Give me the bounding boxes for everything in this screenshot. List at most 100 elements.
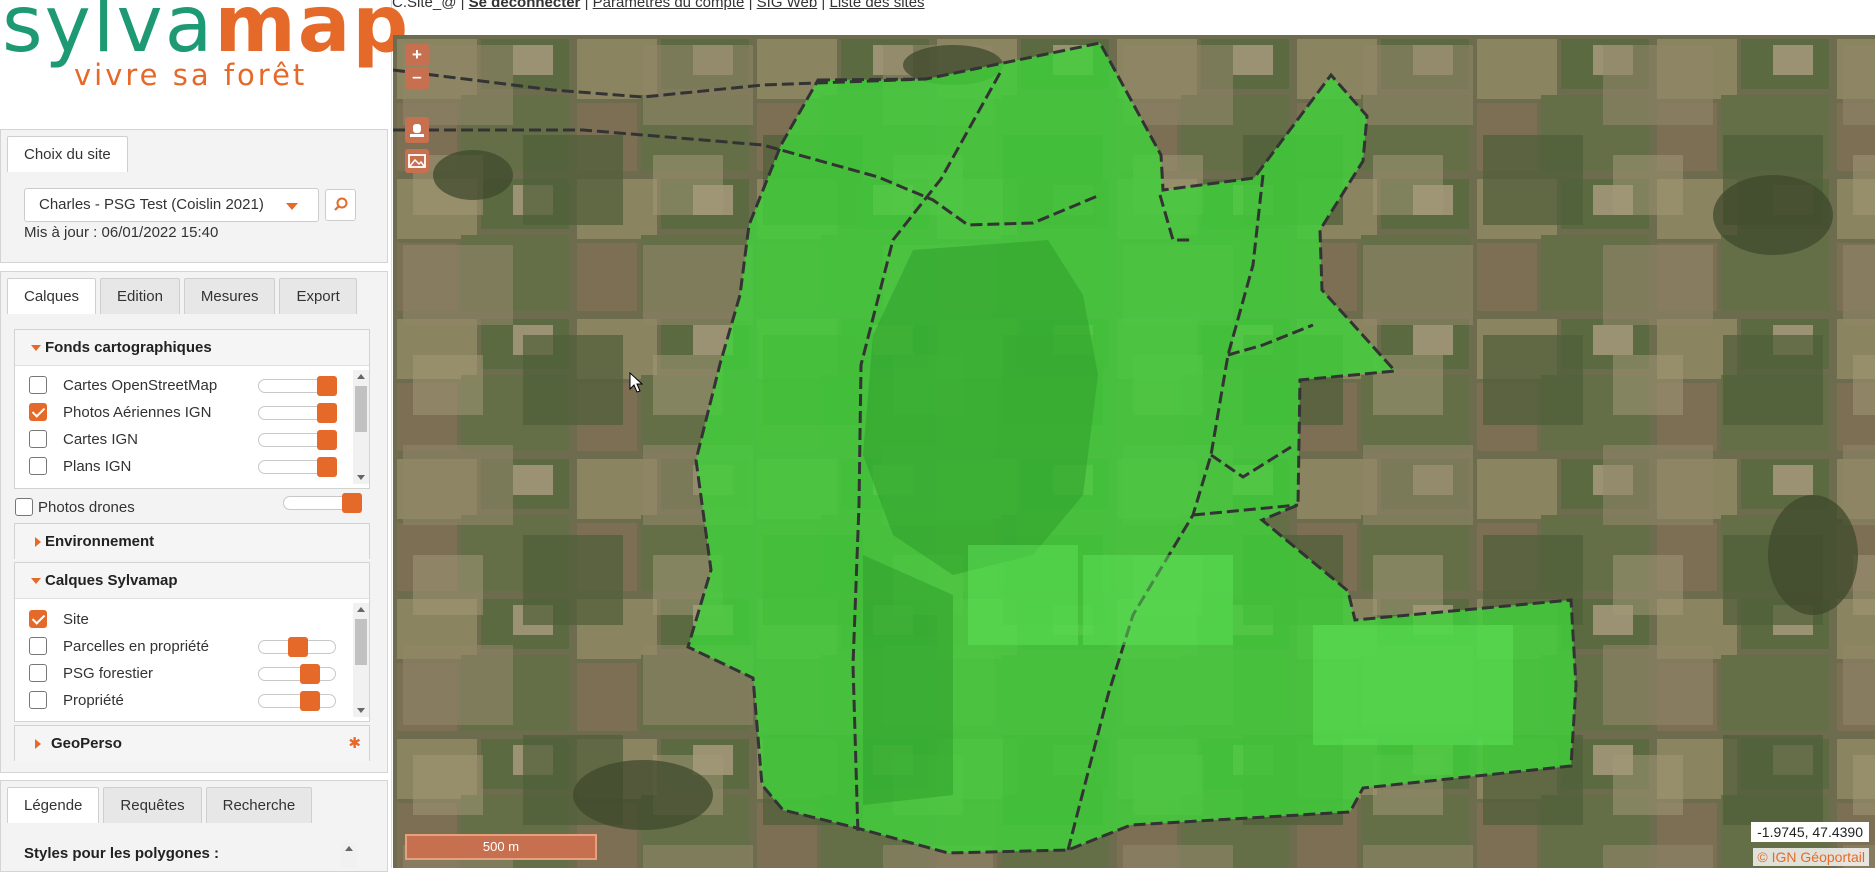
layer-label-photos-ign: Photos Aériennes IGN (63, 404, 212, 421)
section-fonds-cartographiques: Fonds cartographiques Cartes OpenStreetM… (14, 329, 370, 489)
scroll-up-icon[interactable] (357, 607, 365, 612)
scroll-down-icon[interactable] (357, 708, 365, 713)
layer-label-plans-ign: Plans IGN (63, 458, 132, 475)
sig-web-link[interactable]: SIG Web (757, 0, 818, 11)
checkbox-cartes-ign[interactable] (29, 430, 47, 448)
scale-bar: 500 m (405, 834, 597, 860)
slider-thumb[interactable] (299, 691, 320, 711)
checkbox-parcelles[interactable] (29, 637, 47, 655)
section-header-environnement[interactable]: Environnement (15, 524, 369, 560)
tab-mesures[interactable]: Mesures (183, 278, 276, 314)
separator: | (460, 0, 465, 11)
calques-scrollbar[interactable] (353, 603, 369, 717)
site-select-value: Charles - PSG Test (Coislin 2021) (39, 196, 264, 213)
account-settings-link[interactable]: Paramètres du compte (593, 0, 745, 11)
slider-thumb[interactable] (299, 664, 320, 684)
logo-wordmark: sylvamap (2, 0, 410, 64)
slider-thumb[interactable] (317, 457, 337, 477)
layer-label-psg-forestier: PSG forestier (63, 665, 154, 682)
zoom-out-button[interactable]: – (405, 67, 429, 89)
checkbox-site[interactable] (29, 610, 47, 628)
slider-thumb[interactable] (317, 403, 337, 423)
slider-thumb[interactable] (317, 430, 337, 450)
checkbox-plans-ign[interactable] (29, 457, 47, 475)
triangle-right-icon (35, 739, 41, 749)
fonds-scrollbar[interactable] (353, 370, 369, 484)
opacity-slider-plans-ign[interactable] (258, 457, 337, 477)
section-header-calques-sylvamap[interactable]: Calques Sylvamap (15, 563, 369, 599)
separator: | (821, 0, 826, 11)
separator: | (748, 0, 753, 11)
site-select[interactable]: Charles - PSG Test (Coislin 2021) (24, 188, 319, 222)
opacity-slider-propriete[interactable] (258, 691, 336, 711)
opacity-slider-osm[interactable] (258, 376, 337, 396)
section-title: Environnement (45, 533, 155, 550)
top-nav: C.Site_@ | Se déconnecter | Paramètres d… (392, 0, 925, 11)
slider-thumb[interactable] (342, 493, 362, 513)
scroll-up-icon[interactable] (345, 846, 353, 851)
tab-recherche[interactable]: Recherche (205, 787, 313, 823)
section-calques-sylvamap: Calques Sylvamap Site Parcelles en propr… (14, 562, 370, 722)
tab-requetes[interactable]: Requêtes (103, 787, 202, 823)
separator: | (584, 0, 589, 11)
opacity-slider-cartes-ign[interactable] (258, 430, 337, 450)
scroll-up-icon[interactable] (357, 374, 365, 379)
scroll-thumb[interactable] (355, 619, 367, 665)
layer-label-parcelles: Parcelles en propriété (63, 638, 209, 655)
aerial-imagery (393, 35, 1875, 868)
chevron-down-icon (286, 203, 298, 210)
slider-thumb[interactable] (317, 376, 337, 396)
layer-label-cartes-ign: Cartes IGN (63, 431, 139, 448)
magnifier-icon (334, 197, 348, 211)
tab-choix-du-site[interactable]: Choix du site (7, 136, 128, 172)
logout-link[interactable]: Se déconnecter (469, 0, 581, 11)
opacity-slider-photos-ign[interactable] (258, 403, 337, 423)
legend-scrollbar[interactable] (341, 842, 357, 868)
map-view[interactable]: + – 500 m -1.9745, 47.4390 © IGN Géoport… (393, 35, 1875, 868)
section-header-fonds[interactable]: Fonds cartographiques (15, 330, 369, 366)
tab-edition[interactable]: Edition (100, 278, 180, 314)
left-panel: sylvamap vivre sa forêt Choix du site Ch… (0, 0, 408, 872)
checkbox-propriete[interactable] (29, 691, 47, 709)
checkbox-psg-forestier[interactable] (29, 664, 47, 682)
section-title: Calques Sylvamap (45, 572, 178, 589)
layer-label-photos-drones: Photos drones (38, 499, 135, 516)
tab-calques[interactable]: Calques (7, 278, 97, 314)
tab-export[interactable]: Export (279, 278, 357, 314)
zoom-to-site-button[interactable] (325, 189, 356, 221)
triangle-down-icon (31, 345, 41, 351)
slider-thumb[interactable] (288, 637, 308, 657)
opacity-slider-parcelles[interactable] (258, 637, 336, 657)
section-header-geoperso[interactable]: GeoPerso ✱ (15, 726, 369, 762)
mouse-coordinates: -1.9745, 47.4390 (1751, 822, 1869, 842)
tab-legende[interactable]: Légende (7, 787, 100, 823)
layer-label-propriete: Propriété (63, 692, 124, 709)
opacity-slider-drones[interactable] (283, 493, 362, 513)
opacity-slider-psg-forestier[interactable] (258, 664, 336, 684)
sylvamap-logo[interactable]: sylvamap vivre sa forêt (2, 0, 408, 100)
user-name: C.Site_@ (392, 0, 457, 11)
legend-title: Styles pour les polygones : (24, 845, 220, 862)
logo-tagline: vivre sa forêt (74, 58, 308, 92)
checkbox-photos-ign[interactable] (29, 403, 47, 421)
checkbox-osm[interactable] (29, 376, 47, 394)
last-updated: Mis à jour : 06/01/2022 15:40 (24, 224, 219, 241)
checkbox-photos-drones[interactable] (15, 498, 33, 516)
section-title: GeoPerso (51, 735, 122, 752)
mouse-cursor-icon (629, 372, 644, 393)
site-list-link[interactable]: Liste des sites (829, 0, 924, 11)
gear-icon[interactable]: ✱ (348, 726, 361, 762)
map-attribution[interactable]: © IGN Géoportail (1753, 848, 1869, 866)
marker-icon (410, 124, 424, 137)
layer-label-site: Site (63, 611, 89, 628)
layer-label-osm: Cartes OpenStreetMap (63, 377, 218, 394)
scroll-thumb[interactable] (355, 386, 367, 432)
image-icon (408, 154, 426, 168)
section-title: Fonds cartographiques (45, 339, 212, 356)
locate-site-button[interactable] (405, 117, 429, 143)
scroll-down-icon[interactable] (357, 475, 365, 480)
zoom-in-button[interactable]: + (405, 44, 429, 66)
background-switch-button[interactable] (405, 149, 429, 173)
triangle-down-icon (31, 578, 41, 584)
triangle-right-icon (35, 537, 41, 547)
